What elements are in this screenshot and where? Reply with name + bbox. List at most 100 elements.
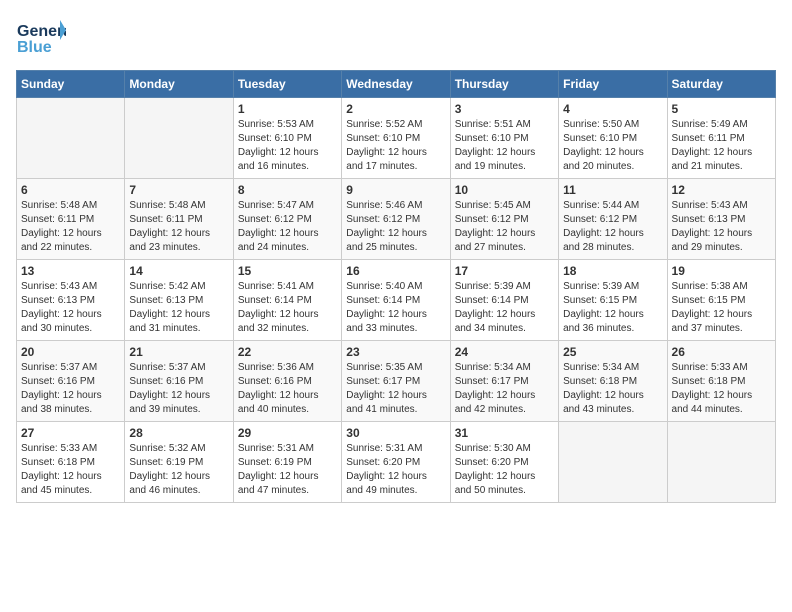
logo-svg: General Blue (16, 16, 66, 60)
week-row-4: 20 Sunrise: 5:37 AM Sunset: 6:16 PM Dayli… (17, 341, 776, 422)
calendar-cell: 1 Sunrise: 5:53 AM Sunset: 6:10 PM Daylig… (233, 98, 341, 179)
calendar-cell: 3 Sunrise: 5:51 AM Sunset: 6:10 PM Daylig… (450, 98, 558, 179)
day-info: Sunrise: 5:33 AM Sunset: 6:18 PM Dayligh… (21, 442, 120, 498)
day-number: 18 (563, 264, 662, 278)
day-info: Sunrise: 5:53 AM Sunset: 6:10 PM Dayligh… (238, 118, 337, 174)
calendar-cell: 24Sunrise: 5:34 AM Sunset: 6:17 PM Dayli… (450, 341, 558, 422)
calendar-cell: 17Sunrise: 5:39 AM Sunset: 6:14 PM Dayli… (450, 260, 558, 341)
day-number: 26 (672, 345, 771, 359)
calendar-cell: 22 Sunrise: 5:36 AM Sunset: 6:16 PM Dayli… (233, 341, 341, 422)
day-number: 10 (455, 183, 554, 197)
calendar-body: 1 Sunrise: 5:53 AM Sunset: 6:10 PM Daylig… (17, 98, 776, 503)
calendar-cell: 13 Sunrise: 5:43 AM Sunset: 6:13 PM Dayli… (17, 260, 125, 341)
calendar-cell: 23 Sunrise: 5:35 AM Sunset: 6:17 PM Dayli… (342, 341, 450, 422)
svg-text:General: General (17, 23, 66, 40)
day-number: 16 (346, 264, 445, 278)
day-info: Sunrise: 5:31 AM Sunset: 6:20 PM Dayligh… (346, 442, 445, 498)
day-number: 6 (21, 183, 120, 197)
calendar-cell: 26Sunrise: 5:33 AM Sunset: 6:18 PM Dayli… (667, 341, 775, 422)
calendar-cell: 8 Sunrise: 5:47 AM Sunset: 6:12 PM Daylig… (233, 179, 341, 260)
day-number: 29 (238, 426, 337, 440)
day-number: 9 (346, 183, 445, 197)
calendar-cell: 9Sunrise: 5:46 AM Sunset: 6:12 PM Daylig… (342, 179, 450, 260)
header-day-wednesday: Wednesday (342, 71, 450, 98)
day-info: Sunrise: 5:47 AM Sunset: 6:12 PM Dayligh… (238, 199, 337, 255)
header-day-friday: Friday (559, 71, 667, 98)
day-info: Sunrise: 5:51 AM Sunset: 6:10 PM Dayligh… (455, 118, 554, 174)
week-row-1: 1 Sunrise: 5:53 AM Sunset: 6:10 PM Daylig… (17, 98, 776, 179)
calendar-cell: 15 Sunrise: 5:41 AM Sunset: 6:14 PM Dayli… (233, 260, 341, 341)
day-number: 1 (238, 102, 337, 116)
day-info: Sunrise: 5:35 AM Sunset: 6:17 PM Dayligh… (346, 361, 445, 417)
calendar-cell: 7Sunrise: 5:48 AM Sunset: 6:11 PM Daylig… (125, 179, 233, 260)
header-day-monday: Monday (125, 71, 233, 98)
day-info: Sunrise: 5:34 AM Sunset: 6:18 PM Dayligh… (563, 361, 662, 417)
day-number: 23 (346, 345, 445, 359)
week-row-3: 13 Sunrise: 5:43 AM Sunset: 6:13 PM Dayli… (17, 260, 776, 341)
day-number: 17 (455, 264, 554, 278)
day-info: Sunrise: 5:39 AM Sunset: 6:15 PM Dayligh… (563, 280, 662, 336)
day-info: Sunrise: 5:43 AM Sunset: 6:13 PM Dayligh… (21, 280, 120, 336)
calendar-cell: 28 Sunrise: 5:32 AM Sunset: 6:19 PM Dayli… (125, 422, 233, 503)
calendar-cell: 4 Sunrise: 5:50 AM Sunset: 6:10 PM Daylig… (559, 98, 667, 179)
day-number: 14 (129, 264, 228, 278)
day-number: 28 (129, 426, 228, 440)
day-info: Sunrise: 5:31 AM Sunset: 6:19 PM Dayligh… (238, 442, 337, 498)
day-number: 20 (21, 345, 120, 359)
calendar-cell: 27 Sunrise: 5:33 AM Sunset: 6:18 PM Dayli… (17, 422, 125, 503)
day-number: 22 (238, 345, 337, 359)
calendar-cell: 30Sunrise: 5:31 AM Sunset: 6:20 PM Dayli… (342, 422, 450, 503)
calendar-cell (667, 422, 775, 503)
day-number: 12 (672, 183, 771, 197)
header: General Blue (16, 16, 776, 60)
day-number: 21 (129, 345, 228, 359)
day-info: Sunrise: 5:43 AM Sunset: 6:13 PM Dayligh… (672, 199, 771, 255)
day-number: 31 (455, 426, 554, 440)
day-info: Sunrise: 5:44 AM Sunset: 6:12 PM Dayligh… (563, 199, 662, 255)
calendar-cell: 12 Sunrise: 5:43 AM Sunset: 6:13 PM Dayli… (667, 179, 775, 260)
calendar-cell: 20Sunrise: 5:37 AM Sunset: 6:16 PM Dayli… (17, 341, 125, 422)
day-info: Sunrise: 5:37 AM Sunset: 6:16 PM Dayligh… (129, 361, 228, 417)
header-day-sunday: Sunday (17, 71, 125, 98)
day-info: Sunrise: 5:52 AM Sunset: 6:10 PM Dayligh… (346, 118, 445, 174)
calendar-cell: 31Sunrise: 5:30 AM Sunset: 6:20 PM Dayli… (450, 422, 558, 503)
day-info: Sunrise: 5:40 AM Sunset: 6:14 PM Dayligh… (346, 280, 445, 336)
day-info: Sunrise: 5:45 AM Sunset: 6:12 PM Dayligh… (455, 199, 554, 255)
day-number: 3 (455, 102, 554, 116)
week-row-2: 6 Sunrise: 5:48 AM Sunset: 6:11 PM Daylig… (17, 179, 776, 260)
calendar-header: SundayMondayTuesdayWednesdayThursdayFrid… (17, 71, 776, 98)
logo: General Blue (16, 16, 66, 60)
day-number: 13 (21, 264, 120, 278)
day-info: Sunrise: 5:49 AM Sunset: 6:11 PM Dayligh… (672, 118, 771, 174)
day-number: 2 (346, 102, 445, 116)
calendar-table: SundayMondayTuesdayWednesdayThursdayFrid… (16, 70, 776, 503)
day-number: 11 (563, 183, 662, 197)
calendar-cell: 10 Sunrise: 5:45 AM Sunset: 6:12 PM Dayli… (450, 179, 558, 260)
day-number: 15 (238, 264, 337, 278)
day-info: Sunrise: 5:32 AM Sunset: 6:19 PM Dayligh… (129, 442, 228, 498)
day-number: 24 (455, 345, 554, 359)
day-info: Sunrise: 5:36 AM Sunset: 6:16 PM Dayligh… (238, 361, 337, 417)
calendar-cell: 6 Sunrise: 5:48 AM Sunset: 6:11 PM Daylig… (17, 179, 125, 260)
calendar-cell: 19Sunrise: 5:38 AM Sunset: 6:15 PM Dayli… (667, 260, 775, 341)
day-number: 4 (563, 102, 662, 116)
day-info: Sunrise: 5:48 AM Sunset: 6:11 PM Dayligh… (21, 199, 120, 255)
calendar-cell: 21 Sunrise: 5:37 AM Sunset: 6:16 PM Dayli… (125, 341, 233, 422)
calendar-cell: 29 Sunrise: 5:31 AM Sunset: 6:19 PM Dayli… (233, 422, 341, 503)
day-info: Sunrise: 5:42 AM Sunset: 6:13 PM Dayligh… (129, 280, 228, 336)
header-day-thursday: Thursday (450, 71, 558, 98)
day-number: 27 (21, 426, 120, 440)
calendar-cell: 14 Sunrise: 5:42 AM Sunset: 6:13 PM Dayli… (125, 260, 233, 341)
calendar-cell: 5Sunrise: 5:49 AM Sunset: 6:11 PM Daylig… (667, 98, 775, 179)
day-info: Sunrise: 5:50 AM Sunset: 6:10 PM Dayligh… (563, 118, 662, 174)
calendar-cell: 2 Sunrise: 5:52 AM Sunset: 6:10 PM Daylig… (342, 98, 450, 179)
header-row: SundayMondayTuesdayWednesdayThursdayFrid… (17, 71, 776, 98)
day-number: 25 (563, 345, 662, 359)
calendar-cell: 16 Sunrise: 5:40 AM Sunset: 6:14 PM Dayli… (342, 260, 450, 341)
day-info: Sunrise: 5:41 AM Sunset: 6:14 PM Dayligh… (238, 280, 337, 336)
calendar-cell (559, 422, 667, 503)
calendar-cell: 25 Sunrise: 5:34 AM Sunset: 6:18 PM Dayli… (559, 341, 667, 422)
svg-text:Blue: Blue (17, 39, 52, 56)
day-number: 8 (238, 183, 337, 197)
day-info: Sunrise: 5:38 AM Sunset: 6:15 PM Dayligh… (672, 280, 771, 336)
